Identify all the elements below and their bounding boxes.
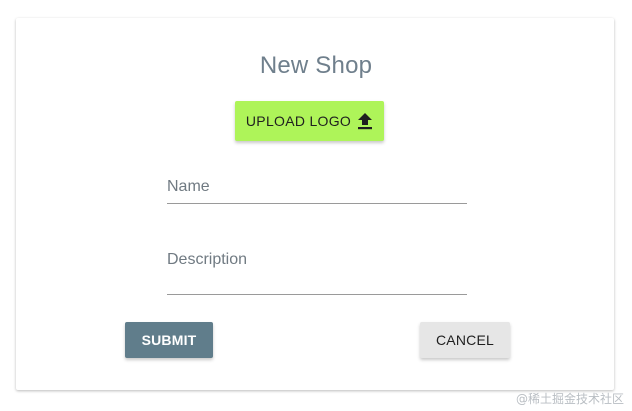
description-field[interactable]: Description	[167, 249, 467, 297]
upload-logo-label: UPLOAD LOGO	[245, 113, 352, 129]
watermark: @稀土掘金技术社区	[515, 392, 624, 406]
description-field-underline	[167, 294, 467, 295]
page-title: New Shop	[259, 52, 373, 79]
upload-icon	[357, 112, 373, 130]
name-field-underline	[167, 203, 467, 204]
name-field[interactable]: Name	[167, 176, 467, 206]
page: New Shop UPLOAD LOGO Name Description SU…	[0, 0, 632, 411]
name-input[interactable]	[167, 176, 467, 202]
description-input[interactable]	[167, 267, 467, 293]
submit-button[interactable]: SUBMIT	[125, 322, 213, 358]
upload-logo-button[interactable]: UPLOAD LOGO	[235, 101, 384, 141]
cancel-button[interactable]: CANCEL	[420, 322, 510, 358]
